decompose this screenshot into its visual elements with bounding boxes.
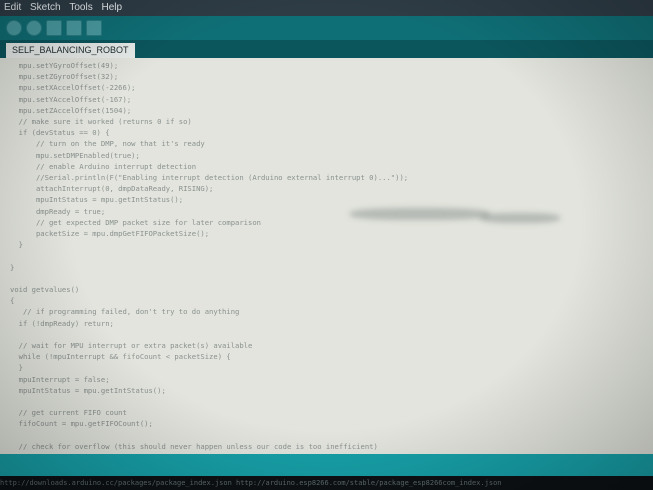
tab-self-balancing-robot[interactable]: SELF_BALANCING_ROBOT [6,43,135,58]
code-line: //Serial.println(F("Enabling interrupt d… [10,173,409,182]
code-line: packetSize = mpu.dmpGetFIFOPacketSize(); [10,229,210,238]
upload-icon[interactable] [26,20,42,36]
menu-edit[interactable]: Edit [4,2,21,13]
code-line: // if programming failed, don't try to d… [10,307,240,317]
save-sketch-icon[interactable] [86,20,102,36]
code-line: { [10,296,15,306]
verify-icon[interactable] [6,20,22,36]
menu-tools[interactable]: Tools [69,2,92,13]
code-line: // wait for MPU interrupt or extra packe… [10,341,253,350]
tab-bar: SELF_BALANCING_ROBOT [0,40,653,58]
code-line: dmpReady = true; [10,206,106,216]
code-line: // get expected DMP packet size for late… [10,217,261,227]
code-line: // turn on the DMP, now that it's ready [10,139,205,149]
menu-help[interactable]: Help [102,2,123,13]
code-line: while (!mpuInterrupt && fifoCount < pack… [10,352,231,362]
code-line: } [10,363,23,373]
screen-glare [350,208,490,220]
console-output: http://downloads.arduino.cc/packages/pac… [0,476,653,490]
code-line: // make sure it worked (returns 0 if so) [10,117,192,126]
screen-glare [480,213,560,223]
code-line: // check for overflow (this should never… [10,441,378,451]
code-line: mpu.setZAccelOffset(1504); [10,105,132,115]
menu-bar: Edit Sketch Tools Help [0,0,653,16]
code-line: mpu.setXAccelOffset(-2266); [10,83,136,93]
code-line: } [10,240,23,250]
code-line: mpuInterrupt = false; [10,374,110,384]
menu-sketch[interactable]: Sketch [30,2,61,13]
code-line: if (devStatus == 0) { [10,128,110,138]
code-line: // enable Arduino interrupt detection [10,161,197,171]
code-editor[interactable]: mpu.setYGyroOffset(49); mpu.setZGyroOffs… [0,58,653,454]
new-sketch-icon[interactable] [46,20,62,36]
code-line: void getvalues() [10,285,80,294]
code-line: mpuIntStatus = mpu.getIntStatus(); [10,385,166,395]
code-line: } [10,262,15,272]
code-line: mpu.setYGyroOffset(49); [10,61,119,70]
code-line: // get current FIFO count [10,408,127,418]
status-bar [0,454,653,476]
open-sketch-icon[interactable] [66,20,82,36]
code-line: attachInterrupt(0, dmpDataReady, RISING)… [10,184,214,194]
code-line: if (!dmpReady) return; [10,318,114,328]
code-line: mpu.setZGyroOffset(32); [10,72,119,82]
code-line: mpu.setDMPEnabled(true); [10,150,140,160]
code-line: mpuIntStatus = mpu.getIntStatus(); [10,195,184,205]
toolbar [0,16,653,40]
code-line: fifoCount = mpu.getFIFOCount(); [10,419,153,429]
code-line: mpu.setYAccelOffset(-167); [10,94,132,104]
